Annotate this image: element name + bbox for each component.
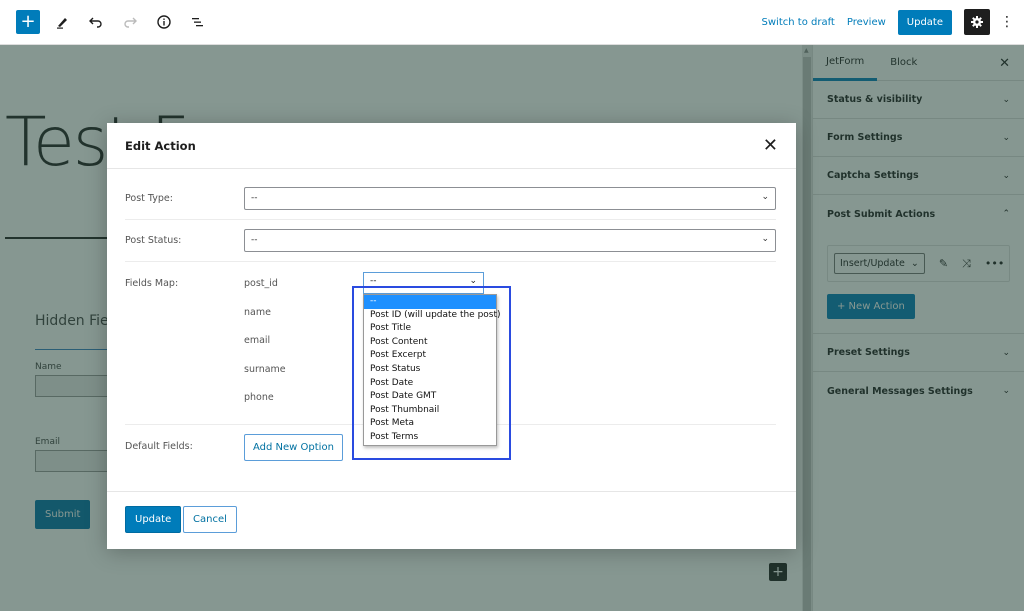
chevron-down-icon: ⌄ [469,276,477,286]
select-value: -- [251,193,258,203]
preview-link[interactable]: Preview [847,17,886,28]
fields-map-label: Fields Map: [125,278,179,289]
undo-button[interactable] [84,10,108,34]
dropdown-option[interactable]: Post Meta [364,417,496,431]
dropdown-option[interactable]: Post Status [364,363,496,377]
dropdown-option[interactable]: Post Title [364,322,496,336]
undo-icon [89,17,102,28]
switch-to-draft-link[interactable]: Switch to draft [762,17,835,28]
dropdown-option[interactable]: Post Thumbnail [364,404,496,418]
list-view-button[interactable] [186,10,210,34]
select-value: -- [370,276,377,286]
list-view-icon [192,18,203,27]
dropdown-option[interactable]: Post Terms [364,431,496,445]
divider [125,219,776,220]
dropdown-option[interactable]: -- [364,295,496,309]
post-id-field-select[interactable]: -- ⌄ [363,272,484,294]
info-icon [157,15,171,29]
vertical-ellipsis-icon: ⋮ [1000,14,1014,30]
select-value: -- [251,235,258,245]
add-new-option-button[interactable]: Add New Option [244,434,343,461]
tools-button[interactable] [50,10,74,34]
details-button[interactable] [152,10,176,34]
field-map-dropdown: -- Post ID (will update the post) Post T… [363,294,501,446]
modal-update-button[interactable]: Update [125,506,182,533]
divider [107,491,796,492]
dropdown-option[interactable]: Post Content [364,336,496,350]
dropdown-option[interactable]: Post Date GMT [364,390,496,404]
add-block-button[interactable]: + [16,10,40,34]
default-fields-label: Default Fields: [125,441,193,452]
field-name: surname [244,364,286,375]
settings-button[interactable] [964,9,990,35]
chevron-down-icon: ⌄ [761,234,769,244]
dropdown-option[interactable]: Post Excerpt [364,349,496,363]
gear-icon [971,16,983,28]
field-name: post_id [244,278,278,289]
modal-title: Edit Action [125,138,196,153]
field-name: phone [244,392,274,403]
pencil-icon [57,18,67,29]
post-type-label: Post Type: [125,193,173,204]
dropdown-option[interactable]: Post Date [364,377,496,391]
close-icon[interactable]: ✕ [763,135,778,156]
redo-button[interactable] [118,10,142,34]
post-status-label: Post Status: [125,235,182,246]
redo-icon [124,17,137,28]
update-button[interactable]: Update [897,9,952,35]
plus-icon: + [20,11,36,32]
post-status-select[interactable]: -- ⌄ [244,229,776,252]
divider [125,261,776,262]
more-options-button[interactable]: ⋮ [1000,10,1014,34]
dropdown-option[interactable]: Post ID (will update the post) [364,309,501,323]
field-name: name [244,307,271,318]
modal-cancel-button[interactable]: Cancel [183,506,237,533]
post-type-select[interactable]: -- ⌄ [244,187,776,210]
chevron-down-icon: ⌄ [761,192,769,202]
field-name: email [244,335,271,346]
editor-toolbar: + Switch to draft Preview Update ⋮ [0,0,1024,45]
